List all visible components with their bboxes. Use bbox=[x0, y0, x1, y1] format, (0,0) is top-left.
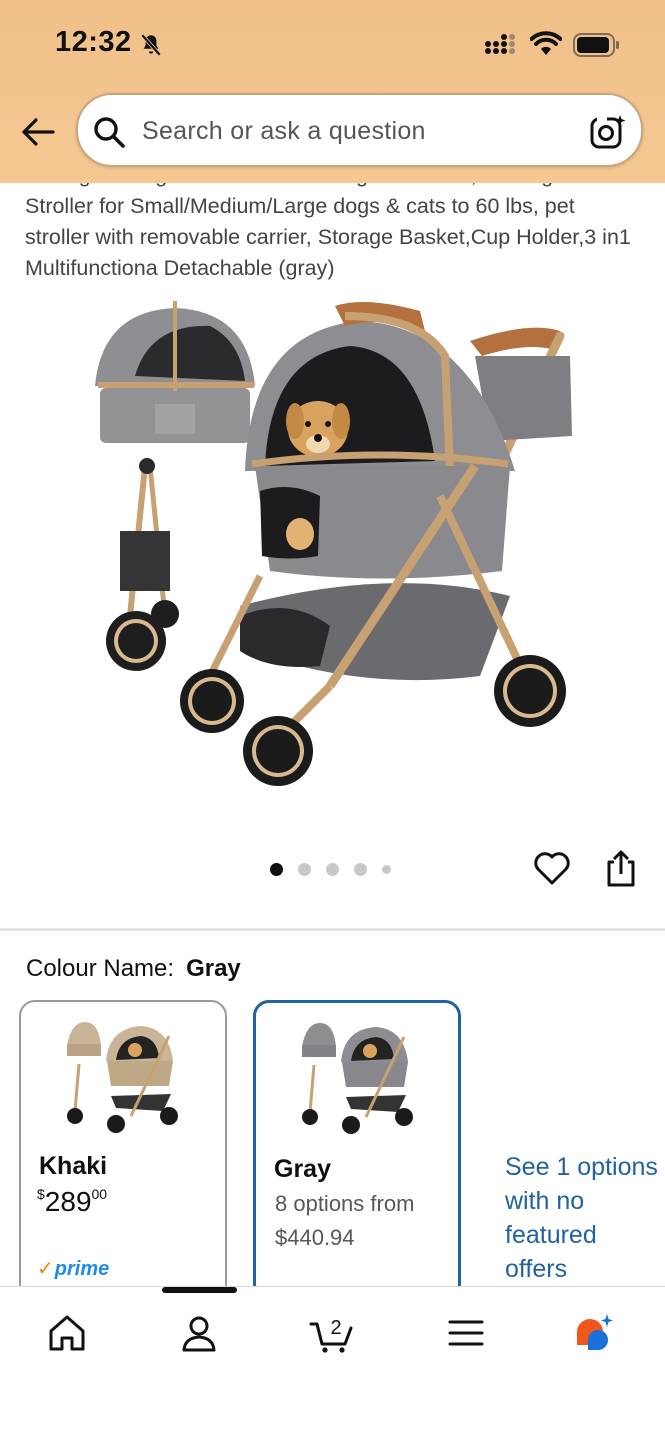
battery-icon bbox=[573, 33, 619, 57]
colour-label: Colour Name: bbox=[26, 955, 175, 982]
folded-stroller-image bbox=[106, 458, 179, 671]
heart-icon[interactable] bbox=[532, 848, 572, 888]
menu-icon[interactable] bbox=[445, 1312, 487, 1354]
colour-option-khaki[interactable]: Khaki $28900 ✓prime bbox=[19, 1000, 227, 1300]
gray-offers-line: 8 options from bbox=[275, 1191, 415, 1216]
khaki-price-currency: $ bbox=[37, 1186, 45, 1202]
see-options-line-3[interactable]: featured bbox=[505, 1218, 658, 1252]
prime-label: prime bbox=[54, 1258, 110, 1280]
khaki-stroller-thumbnail bbox=[67, 1022, 178, 1133]
colour-selector-label: Colour Name: Gray bbox=[26, 955, 241, 983]
pagination-dot-3[interactable] bbox=[326, 862, 339, 876]
cart-count: 2 bbox=[330, 1317, 341, 1339]
signal-icon bbox=[485, 34, 515, 54]
see-options-line-2[interactable]: with no bbox=[505, 1184, 658, 1218]
carrier-image bbox=[95, 301, 255, 443]
status-bar: 12:32 bbox=[0, 0, 665, 90]
nav-active-indicator bbox=[162, 1287, 237, 1293]
back-arrow-icon[interactable] bbox=[18, 112, 58, 152]
title-container: Rolling Carriage Pet Stroller for Dogs a… bbox=[0, 183, 665, 283]
section-divider bbox=[0, 928, 665, 931]
prime-check-icon: ✓ bbox=[37, 1258, 54, 1280]
khaki-price-whole: 289 bbox=[44, 1186, 92, 1217]
rufus-icon[interactable] bbox=[573, 1312, 615, 1354]
status-time: 12:32 bbox=[55, 26, 132, 58]
search-input[interactable]: Search or ask a question bbox=[142, 117, 426, 146]
gray-name: Gray bbox=[274, 1155, 331, 1183]
see-options-link[interactable]: See 1 options with no featured offers bbox=[505, 1150, 658, 1286]
camera-lens-icon[interactable] bbox=[589, 113, 627, 151]
khaki-price: $28900 bbox=[37, 1186, 107, 1218]
pagination-dot-1[interactable] bbox=[270, 862, 283, 876]
image-pagination[interactable] bbox=[270, 862, 391, 876]
home-icon[interactable] bbox=[46, 1312, 88, 1354]
bottom-navigation bbox=[0, 1286, 665, 1440]
product-image[interactable] bbox=[90, 296, 590, 796]
see-options-line-4[interactable]: offers bbox=[505, 1252, 658, 1286]
wifi-icon bbox=[530, 31, 562, 55]
see-options-line-1[interactable]: See 1 options bbox=[505, 1150, 658, 1184]
search-icon bbox=[94, 117, 125, 148]
prime-badge: ✓prime bbox=[37, 1256, 109, 1281]
pagination-dot-5[interactable] bbox=[382, 864, 391, 874]
pagination-dot-2[interactable] bbox=[298, 862, 311, 876]
silent-bell-icon bbox=[140, 33, 162, 57]
account-icon[interactable] bbox=[178, 1312, 220, 1354]
pagination-dot-4[interactable] bbox=[354, 862, 367, 876]
gray-stroller-thumbnail bbox=[302, 1023, 413, 1134]
cart-icon[interactable]: 2 bbox=[309, 1312, 355, 1354]
share-icon[interactable] bbox=[602, 848, 640, 888]
khaki-name: Khaki bbox=[39, 1152, 108, 1180]
gray-price: $440.94 bbox=[275, 1225, 355, 1250]
khaki-price-fraction: 00 bbox=[91, 1186, 108, 1202]
header: 12:32 Search or ask a question bbox=[0, 0, 665, 183]
search-bar[interactable]: Search or ask a question bbox=[76, 93, 643, 167]
colour-selected-value: Gray bbox=[186, 955, 241, 982]
product-title[interactable]: Rolling Carriage Pet Stroller for Dogs a… bbox=[25, 183, 645, 283]
colour-option-gray[interactable]: Gray 8 options from $440.94 bbox=[253, 1000, 461, 1300]
